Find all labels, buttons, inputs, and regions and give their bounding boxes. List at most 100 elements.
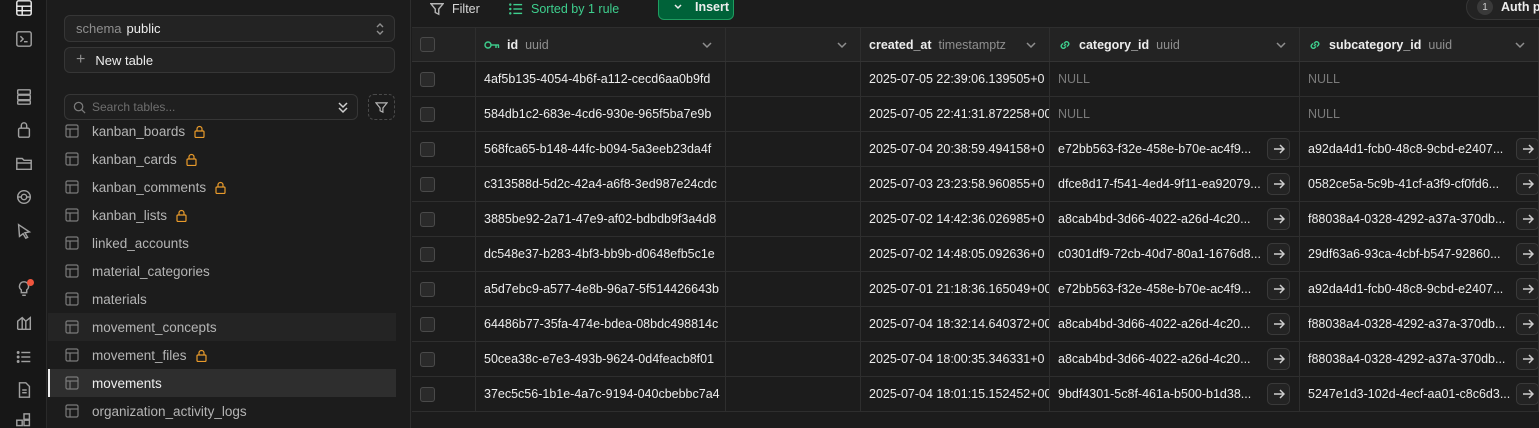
cell-created-at[interactable]: 2025-07-04 18:00:35.346331+0 xyxy=(861,342,1050,376)
open-foreign-record-button[interactable] xyxy=(1516,348,1538,370)
column-header[interactable]: id uuid xyxy=(476,28,726,61)
cell-empty[interactable] xyxy=(726,307,861,341)
sidebar-table-item[interactable]: movements xyxy=(48,369,396,397)
cell-id[interactable]: 568fca65-b148-44fc-b094-5a3eeb23da4f xyxy=(476,132,726,166)
logs-icon[interactable] xyxy=(14,347,34,367)
sidebar-table-item[interactable]: movement_files xyxy=(48,341,396,369)
cell-id[interactable]: 64486b77-35fa-474e-bdea-08bdc498814c xyxy=(476,307,726,341)
cell-subcategory-id[interactable]: a92da4d1-fcb0-48c8-9cbd-e2407... xyxy=(1300,272,1539,306)
sidebar-table-item[interactable]: kanban_cards xyxy=(48,145,396,173)
cell-category-id[interactable]: c0301df9-72cb-40d7-80a1-1676d8... xyxy=(1050,237,1300,271)
cell-id[interactable]: c313588d-5d2c-42a4-a6f8-3ed987e24cdc xyxy=(476,167,726,201)
cell-subcategory-id[interactable]: NULL xyxy=(1300,97,1539,131)
row-checkbox[interactable] xyxy=(420,351,435,367)
row-checkbox[interactable] xyxy=(420,71,435,87)
row-checkbox[interactable] xyxy=(420,246,435,262)
advisors-icon[interactable] xyxy=(14,279,34,299)
column-header[interactable]: subcategory_id uuid xyxy=(1300,28,1539,61)
sql-editor-icon[interactable] xyxy=(14,29,34,49)
cell-created-at[interactable]: 2025-07-01 21:18:36.165049+00 xyxy=(861,272,1050,306)
cell-created-at[interactable]: 2025-07-04 18:01:15.152452+00 xyxy=(861,377,1050,411)
cell-subcategory-id[interactable]: f88038a4-0328-4292-a37a-370db... xyxy=(1300,202,1539,236)
open-foreign-record-button[interactable] xyxy=(1267,173,1290,195)
cell-empty[interactable] xyxy=(726,62,861,96)
cell-empty[interactable] xyxy=(726,272,861,306)
auth-policies-button[interactable]: 1 Auth po xyxy=(1466,0,1539,20)
cell-empty[interactable] xyxy=(726,237,861,271)
cell-id[interactable]: 584db1c2-683e-4cd6-930e-965f5ba7e9b xyxy=(476,97,726,131)
row-checkbox[interactable] xyxy=(420,386,435,402)
row-checkbox[interactable] xyxy=(420,316,435,332)
cell-id[interactable]: 3885be92-2a71-47e9-af02-bdbdb9f3a4d8 xyxy=(476,202,726,236)
cell-category-id[interactable]: a8cab4bd-3d66-4022-a26d-4c20... xyxy=(1050,342,1300,376)
cell-category-id[interactable]: NULL xyxy=(1050,97,1300,131)
open-foreign-record-button[interactable] xyxy=(1267,138,1290,160)
cell-empty[interactable] xyxy=(726,202,861,236)
sidebar-table-item[interactable]: organization_activity_logs xyxy=(48,397,396,425)
sidebar-table-item[interactable]: kanban_comments xyxy=(48,173,396,201)
cell-created-at[interactable]: 2025-07-04 18:32:14.640372+00 xyxy=(861,307,1050,341)
open-foreign-record-button[interactable] xyxy=(1267,383,1290,405)
cell-subcategory-id[interactable]: 5247e1d3-102d-4ecf-aa01-c8c6d3... xyxy=(1300,377,1539,411)
cell-created-at[interactable]: 2025-07-02 14:48:05.092636+0 xyxy=(861,237,1050,271)
sidebar-table-item[interactable]: movement_concepts xyxy=(48,313,396,341)
cell-subcategory-id[interactable]: 29df63a6-93ca-4cbf-b547-92860... xyxy=(1300,237,1539,271)
schema-select[interactable]: schema public xyxy=(64,15,395,42)
open-foreign-record-button[interactable] xyxy=(1516,313,1538,335)
realtime-icon[interactable] xyxy=(14,187,34,207)
row-checkbox[interactable] xyxy=(420,141,435,157)
open-foreign-record-button[interactable] xyxy=(1516,278,1538,300)
edge-functions-icon[interactable] xyxy=(14,221,34,241)
new-table-button[interactable]: + New table xyxy=(64,47,395,73)
row-checkbox[interactable] xyxy=(420,176,435,192)
row-checkbox[interactable] xyxy=(420,211,435,227)
search-tables-input[interactable] xyxy=(92,100,322,114)
cell-subcategory-id[interactable]: f88038a4-0328-4292-a37a-370db... xyxy=(1300,307,1539,341)
cell-category-id[interactable]: 9bdf4301-5c8f-461a-b500-b1d38... xyxy=(1050,377,1300,411)
cell-empty[interactable] xyxy=(726,342,861,376)
reports-icon[interactable] xyxy=(14,313,34,333)
open-foreign-record-button[interactable] xyxy=(1267,278,1290,300)
storage-icon[interactable] xyxy=(14,153,34,173)
open-foreign-record-button[interactable] xyxy=(1516,208,1538,230)
cell-category-id[interactable]: a8cab4bd-3d66-4022-a26d-4c20... xyxy=(1050,202,1300,236)
column-header[interactable]: created_at timestamptz xyxy=(861,28,1050,61)
integrations-icon[interactable] xyxy=(14,412,34,428)
cell-created-at[interactable]: 2025-07-04 20:38:59.494158+0 xyxy=(861,132,1050,166)
api-docs-icon[interactable] xyxy=(14,380,34,400)
open-foreign-record-button[interactable] xyxy=(1516,243,1538,265)
cell-empty[interactable] xyxy=(726,132,861,166)
open-foreign-record-button[interactable] xyxy=(1516,173,1538,195)
cell-id[interactable]: 50cea38c-e7e3-493b-9624-0d4feacb8f01 xyxy=(476,342,726,376)
row-checkbox[interactable] xyxy=(420,106,435,122)
sidebar-table-item[interactable]: kanban_lists xyxy=(48,201,396,229)
cell-category-id[interactable]: a8cab4bd-3d66-4022-a26d-4c20... xyxy=(1050,307,1300,341)
cell-id[interactable]: a5d7ebc9-a577-4e8b-96a7-5f514426643b xyxy=(476,272,726,306)
cell-empty[interactable] xyxy=(726,97,861,131)
cell-id[interactable]: 4af5b135-4054-4b6f-a112-cecd6aa0b9fd xyxy=(476,62,726,96)
row-checkbox[interactable] xyxy=(420,281,435,297)
cell-subcategory-id[interactable]: f88038a4-0328-4292-a37a-370db... xyxy=(1300,342,1539,376)
column-header[interactable] xyxy=(726,28,861,61)
cell-category-id[interactable]: e72bb563-f32e-458e-b70e-ac4f9... xyxy=(1050,272,1300,306)
cell-created-at[interactable]: 2025-07-02 14:42:36.026985+0 xyxy=(861,202,1050,236)
cell-id[interactable]: dc548e37-b283-4bf3-bb9b-d0648efb5c1e xyxy=(476,237,726,271)
cell-category-id[interactable]: e72bb563-f32e-458e-b70e-ac4f9... xyxy=(1050,132,1300,166)
cell-created-at[interactable]: 2025-07-03 23:23:58.960855+0 xyxy=(861,167,1050,201)
cell-subcategory-id[interactable]: a92da4d1-fcb0-48c8-9cbd-e2407... xyxy=(1300,132,1539,166)
table-editor-icon[interactable] xyxy=(14,0,34,18)
sidebar-table-item[interactable]: materials xyxy=(48,285,396,313)
sidebar-table-item[interactable]: linked_accounts xyxy=(48,229,396,257)
cell-created-at[interactable]: 2025-07-05 22:41:31.872258+00 xyxy=(861,97,1050,131)
open-foreign-record-button[interactable] xyxy=(1267,348,1290,370)
cell-subcategory-id[interactable]: NULL xyxy=(1300,62,1539,96)
cell-category-id[interactable]: dfce8d17-f541-4ed4-9f11-ea92079... xyxy=(1050,167,1300,201)
cell-empty[interactable] xyxy=(726,377,861,411)
filter-button[interactable]: Filter xyxy=(430,0,480,17)
cell-subcategory-id[interactable]: 0582ce5a-5c9b-41cf-a3f9-cf0fd6... xyxy=(1300,167,1539,201)
auth-icon[interactable] xyxy=(14,120,34,140)
open-foreign-record-button[interactable] xyxy=(1516,138,1538,160)
open-foreign-record-button[interactable] xyxy=(1516,383,1538,405)
sidebar-table-item[interactable]: material_categories xyxy=(48,257,396,285)
open-foreign-record-button[interactable] xyxy=(1267,243,1290,265)
